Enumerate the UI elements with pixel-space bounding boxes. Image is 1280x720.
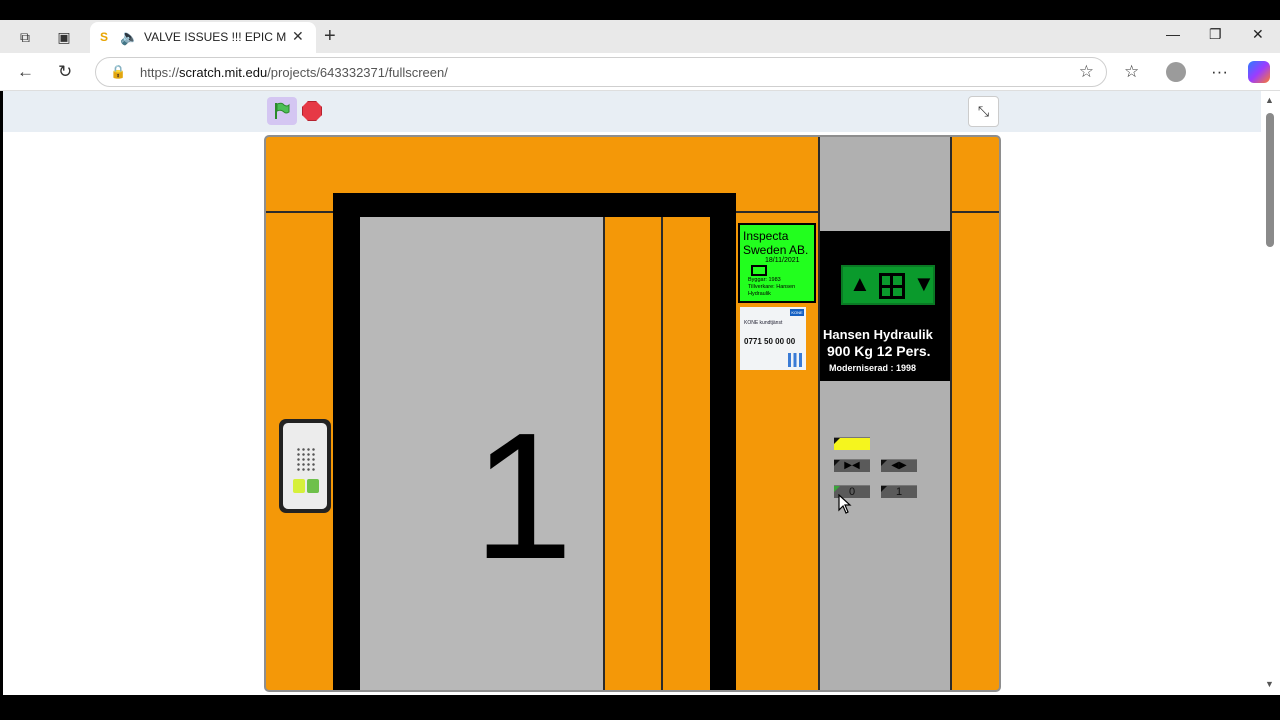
tab-title: VALVE ISSUES !!! EPIC MOTO [144,30,286,44]
kone-logo: KONE [790,309,804,316]
green-flag-button[interactable] [267,97,297,125]
scroll-up-icon[interactable]: ▲ [1265,95,1274,105]
favorite-star-icon[interactable]: ☆ [1079,62,1094,82]
close-window-icon[interactable]: ✕ [1252,26,1264,43]
door-frame-left [333,193,360,690]
call-button[interactable] [307,479,319,493]
envelope-icon [751,265,767,276]
inspection-date: 18/11/2021 [765,257,800,264]
green-flag-icon [275,102,290,119]
profile-avatar[interactable] [1166,62,1186,82]
refresh-icon[interactable]: ↻ [58,62,72,82]
scroll-down-icon[interactable]: ▼ [1265,679,1274,689]
door-seam [661,217,663,690]
floor-number: 1 [473,396,574,597]
door-open-button[interactable]: ▶◀ [834,459,870,472]
hall-call-box [279,419,331,513]
car-panel-lower [820,381,950,690]
scratch-favicon-icon: S [100,30,109,44]
close-tab-icon[interactable]: ✕ [292,28,304,45]
service-sticker: KONE KONE kundtjänst 0771 50 00 00 [740,307,806,370]
inspection-sticker: Inspecta Sweden AB. 18/11/2021 Byggar: 1… [738,223,816,303]
lock-icon[interactable]: 🔒 [110,64,126,80]
scrollbar-thumb[interactable] [1266,113,1274,247]
door-seam [603,217,605,690]
back-icon[interactable]: ← [17,62,34,82]
stop-button[interactable] [302,101,322,121]
door-frame-right [710,193,736,690]
capacity-text: 900 Kg 12 Pers. [827,343,931,359]
car-panel-upper [820,137,950,231]
door-close-button[interactable]: ◀▶ [881,459,917,472]
service-label: KONE kundtjänst [744,320,783,326]
page-scrollbar[interactable]: ▲ ▼ [1261,91,1280,695]
tab-actions-icon[interactable]: ▣ [55,28,73,46]
new-tab-icon[interactable]: + [324,25,336,48]
segment-digit [879,273,905,299]
restore-icon[interactable]: ❐ [1209,26,1222,43]
copilot-icon[interactable] [1248,61,1270,83]
service-phone: 0771 50 00 00 [744,337,796,346]
navigation-bar: ← ↻ 🔒 https://scratch.mit.edu/projects/6… [0,53,1280,91]
alarm-button[interactable] [293,479,305,493]
exit-fullscreen-button[interactable]: ⤡ [968,96,999,127]
down-arrow-icon: ▼ [913,271,935,296]
floor-indicator-display: ▲ ▼ [841,265,935,305]
manufacturer-name: Hansen Hydraulik [823,327,933,342]
tab-bar: ⧉ ▣ S 🔈 VALVE ISSUES !!! EPIC MOTO ✕ + —… [0,20,1280,53]
elevator-stage[interactable]: 1 Inspecta Sweden AB. 18/11/2021 Byggar:… [264,135,1001,692]
mouse-cursor-icon [838,494,852,514]
modernized-text: Moderniserad : 1998 [829,363,917,373]
wall-line [950,211,999,213]
chart-icon [788,353,802,367]
stage-controls: ⤡ [3,91,1261,132]
inspection-details: Byggar: 1983 Tillverkare: Hansen Hydraul… [748,277,796,297]
url-text: https://scratch.mit.edu/projects/6433323… [140,65,448,80]
more-options-icon[interactable]: ··· [1211,62,1228,82]
speaker-grill-icon [296,447,316,471]
wall-line [950,137,952,690]
favorites-icon[interactable]: ☆ [1124,62,1139,82]
alarm-bell-button[interactable] [834,437,870,450]
inspection-title: Inspecta Sweden AB. [743,229,809,257]
floor-1-button[interactable]: 1 [881,485,917,498]
active-tab[interactable]: S 🔈 VALVE ISSUES !!! EPIC MOTO ✕ [90,22,316,53]
speaker-icon[interactable]: 🔈 [120,28,139,46]
workspaces-icon[interactable]: ⧉ [16,28,34,46]
door-frame-top [333,193,736,217]
minimize-icon[interactable]: — [1166,26,1180,42]
capacity-plate: Hansen Hydraulik 900 Kg 12 Pers. Moderni… [823,327,947,375]
up-arrow-icon: ▲ [849,271,871,296]
address-bar[interactable]: 🔒 https://scratch.mit.edu/projects/64333… [95,57,1107,87]
